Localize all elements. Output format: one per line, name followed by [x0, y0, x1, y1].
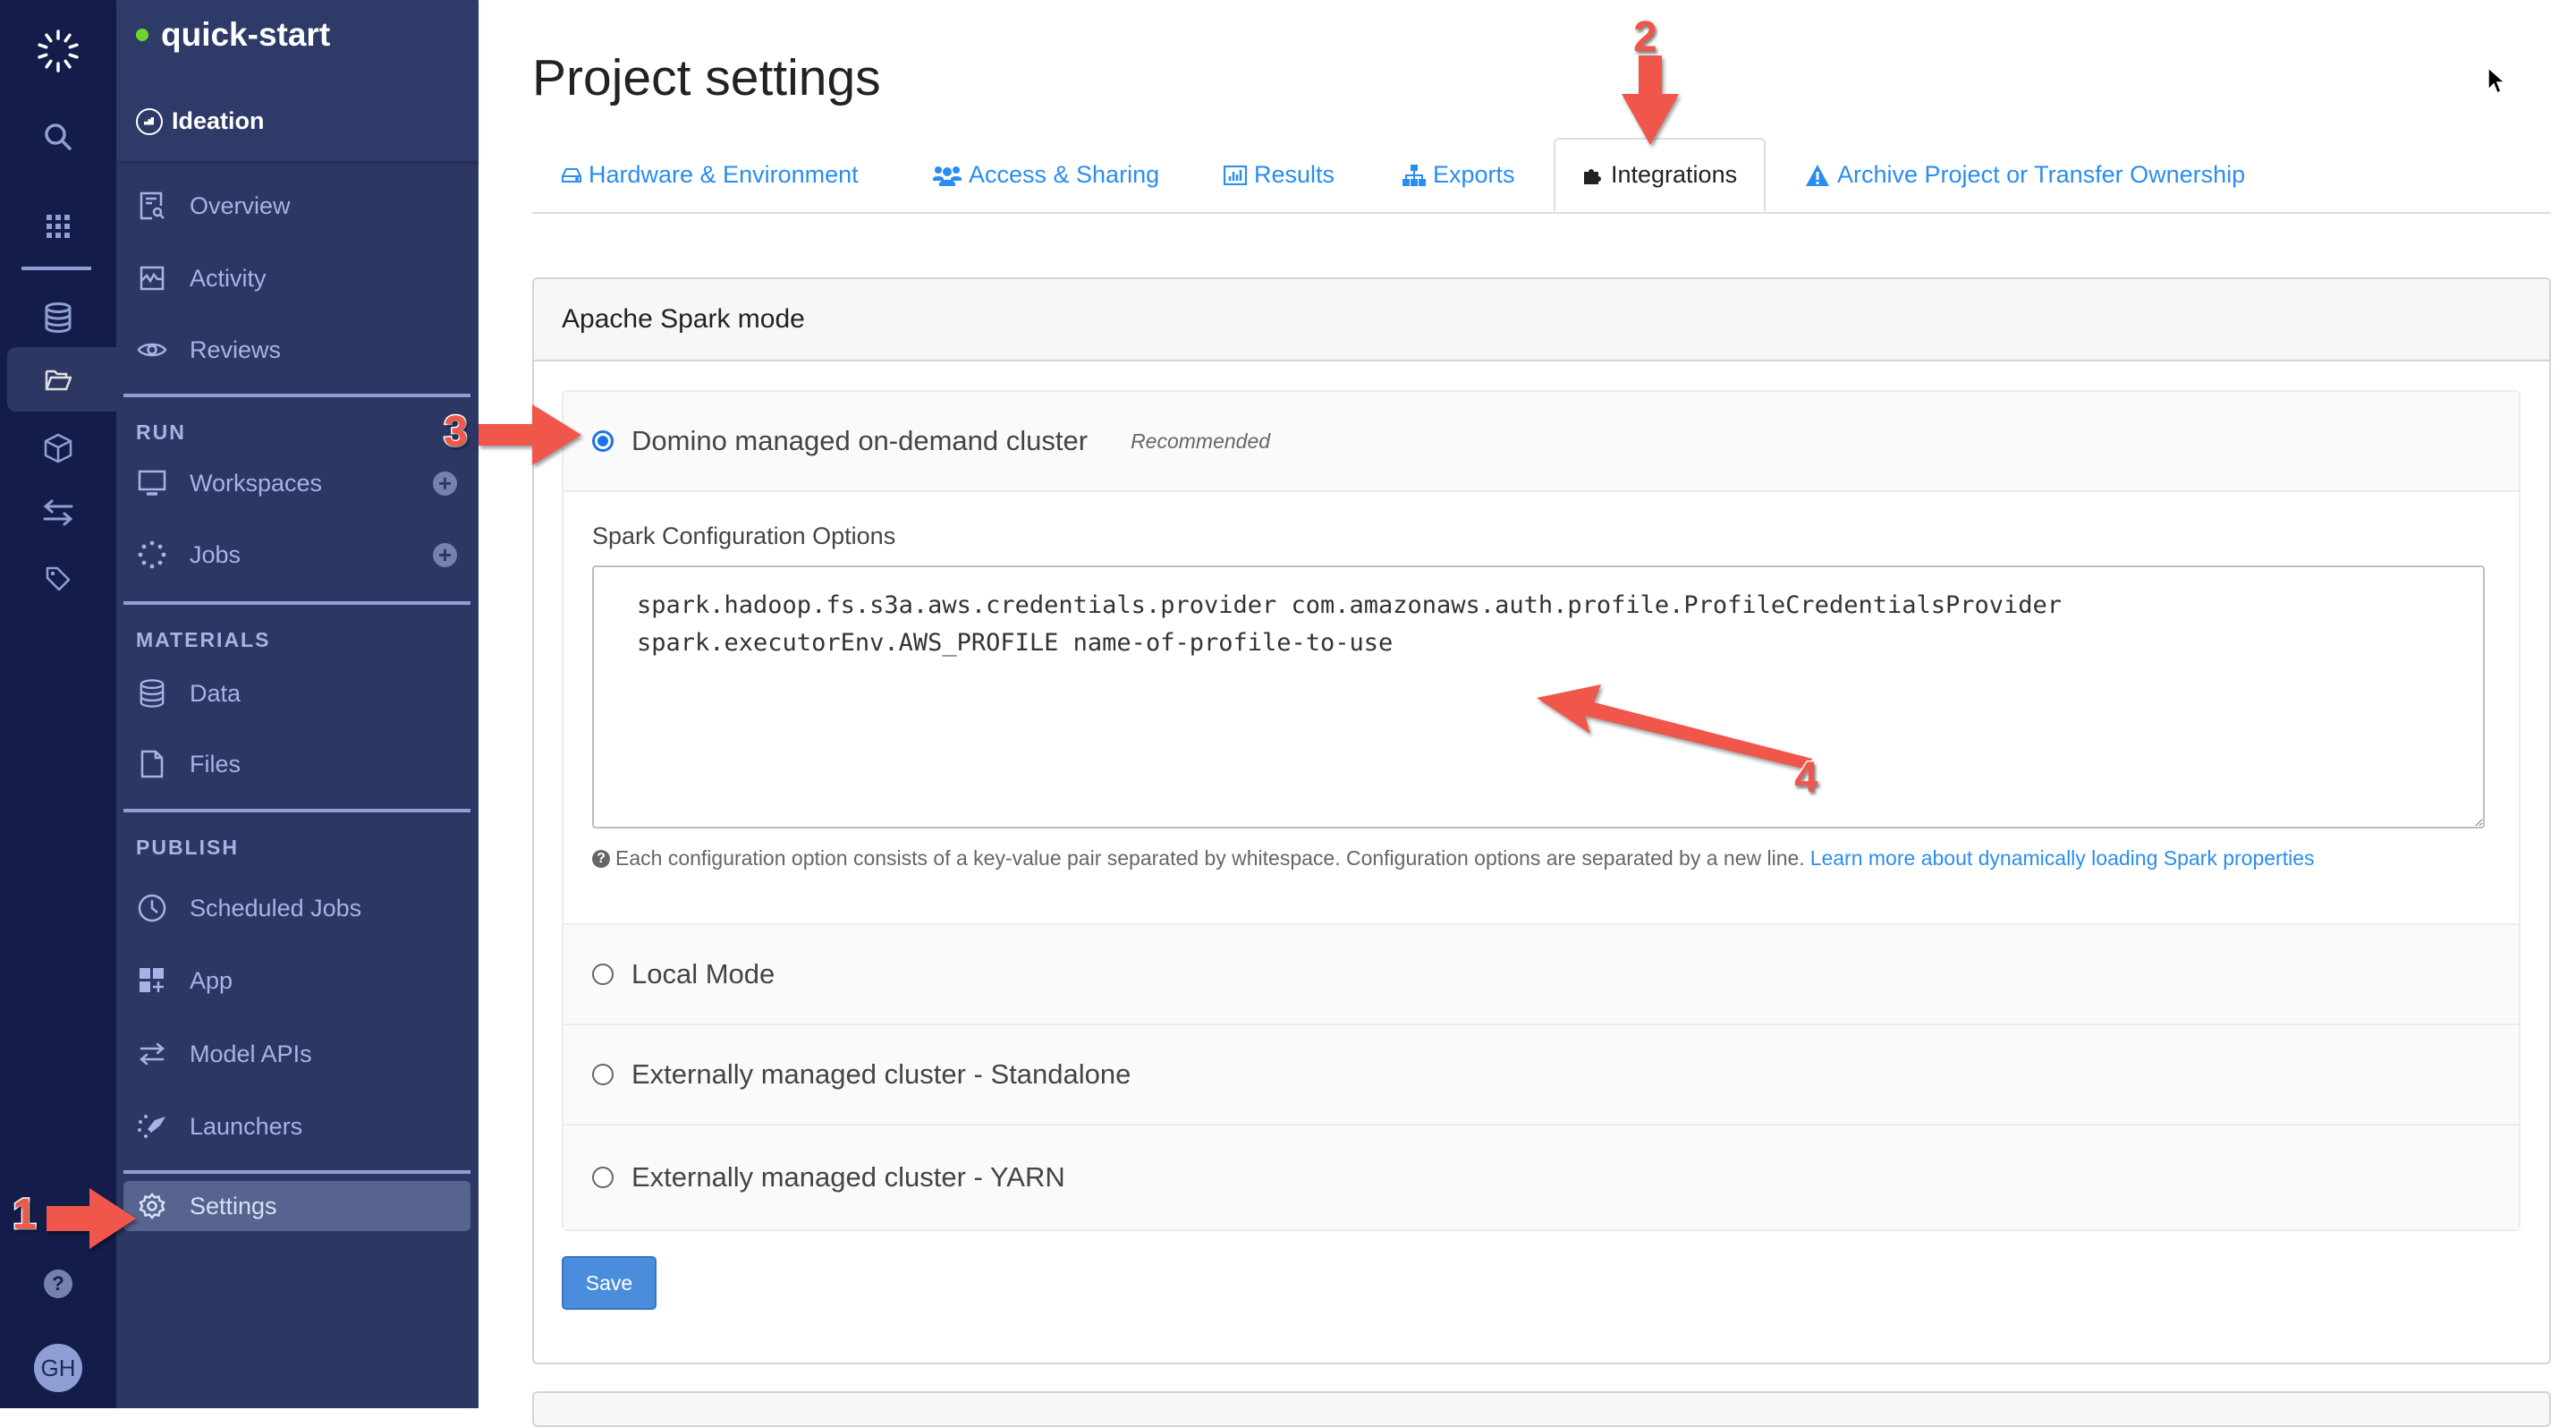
annotation-arrow-2 [1622, 55, 1679, 145]
annotation-number-3: 3 [443, 407, 470, 457]
annotation-number-4: 4 [1793, 753, 1820, 803]
annotation-number-1: 1 [12, 1190, 38, 1240]
annotation-arrow-1 [47, 1188, 136, 1249]
annotation-arrows [47, 55, 1812, 1249]
annotation-arrow-3 [479, 404, 581, 465]
annotation-arrow-4 [1537, 684, 1812, 769]
annotation-number-2: 2 [1632, 13, 1659, 63]
